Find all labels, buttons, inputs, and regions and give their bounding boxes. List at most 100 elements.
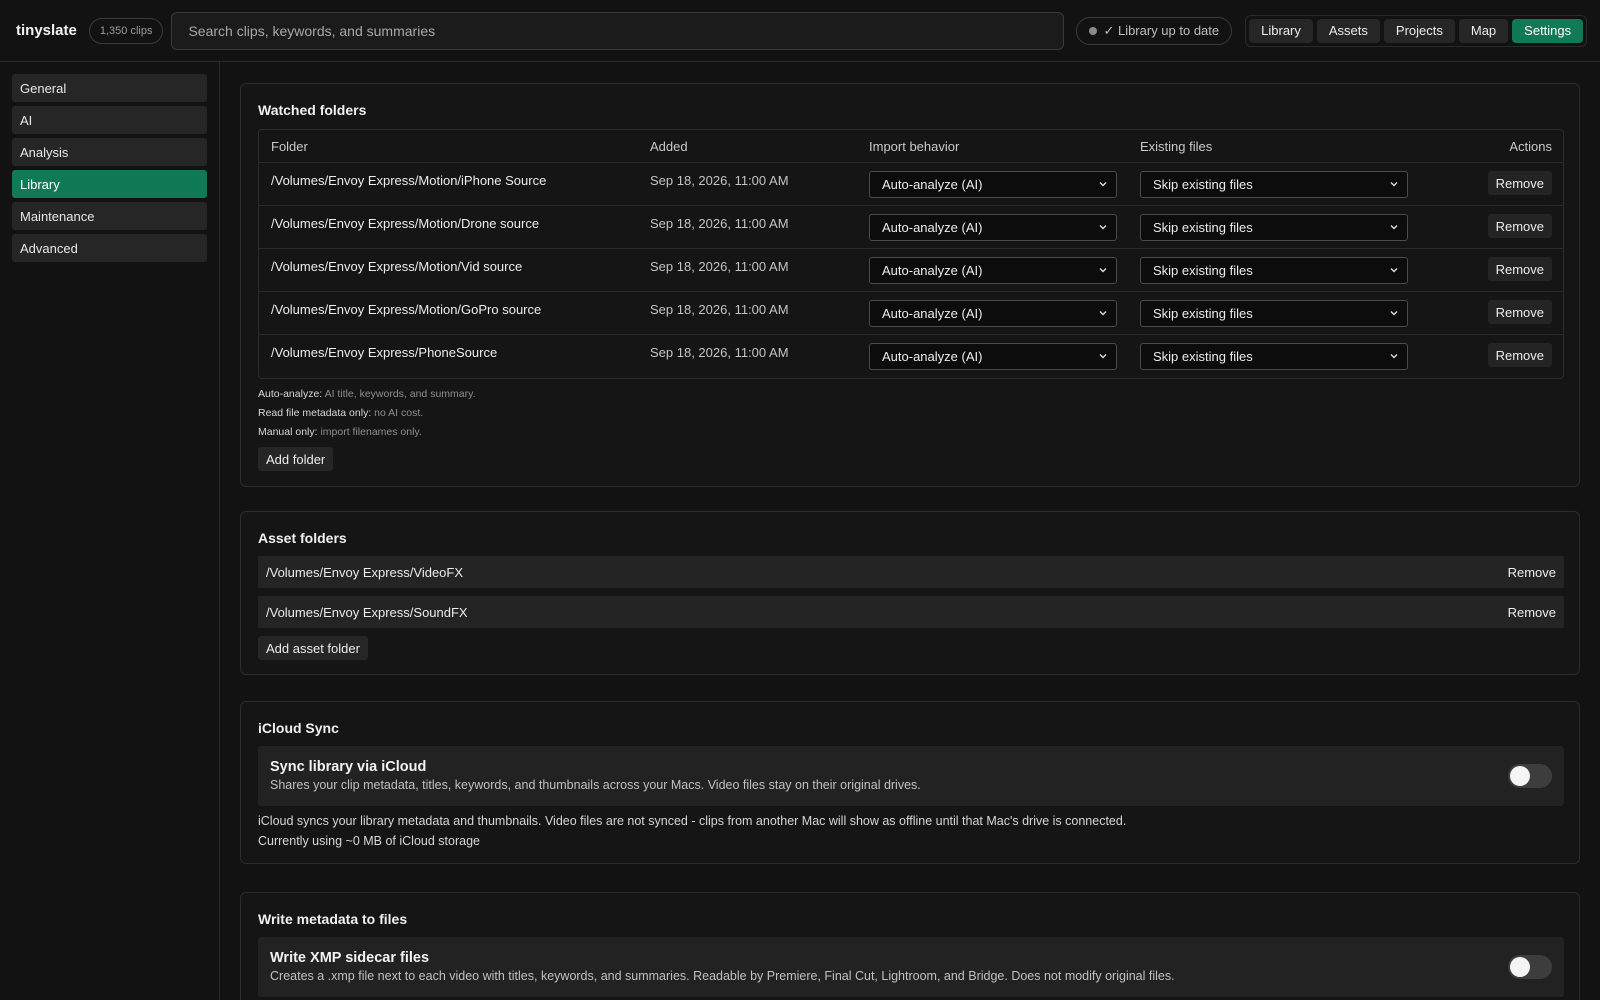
import-behavior-value: Auto-analyze (AI)	[882, 306, 983, 321]
toggle-knob	[1510, 957, 1530, 977]
table-row: /Volumes/Envoy Express/Motion/iPhone Sou…	[259, 162, 1563, 205]
asset-folder-row: /Volumes/Envoy Express/VideoFX Remove	[258, 556, 1564, 588]
remove-asset-folder-button[interactable]: Remove	[1508, 605, 1556, 620]
settings-sidebar: General AI Analysis Library Maintenance …	[0, 62, 220, 1000]
library-status-pill: ✓ Library up to date	[1076, 16, 1233, 45]
table-row: /Volumes/Envoy Express/Motion/Vid source…	[259, 248, 1563, 291]
column-header-added: Added	[650, 139, 688, 154]
chevron-down-icon	[1390, 268, 1398, 273]
import-behavior-select[interactable]: Auto-analyze (AI)	[869, 257, 1117, 284]
added-date: Sep 18, 2026, 11:00 AM	[650, 173, 789, 188]
sidebar-item-general[interactable]: General	[12, 74, 207, 102]
icloud-storage-usage: Currently using ~0 MB of iCloud storage	[258, 834, 480, 848]
note-label: Auto-analyze:	[258, 388, 323, 400]
import-behavior-select[interactable]: Auto-analyze (AI)	[869, 300, 1117, 327]
nav-map[interactable]: Map	[1458, 18, 1509, 43]
sidebar-item-analysis[interactable]: Analysis	[12, 138, 207, 166]
asset-folder-path: /Volumes/Envoy Express/VideoFX	[266, 564, 464, 580]
remove-asset-folder-button[interactable]: Remove	[1508, 565, 1556, 580]
folder-path: /Volumes/Envoy Express/Motion/GoPro sour…	[271, 302, 542, 317]
import-behavior-value: Auto-analyze (AI)	[882, 220, 983, 235]
status-dot-icon	[1089, 26, 1098, 35]
existing-files-value: Skip existing files	[1153, 177, 1253, 192]
write-metadata-card: Write metadata to files Write XMP sideca…	[240, 892, 1580, 1000]
remove-folder-button[interactable]: Remove	[1487, 214, 1552, 238]
existing-files-select[interactable]: Skip existing files	[1140, 343, 1408, 370]
chevron-down-icon	[1099, 268, 1107, 273]
remove-folder-button[interactable]: Remove	[1487, 300, 1552, 324]
existing-files-select[interactable]: Skip existing files	[1140, 257, 1408, 284]
chevron-down-icon	[1390, 182, 1398, 187]
folder-path: /Volumes/Envoy Express/PhoneSource	[271, 345, 498, 360]
nav-assets[interactable]: Assets	[1316, 18, 1380, 43]
existing-files-value: Skip existing files	[1153, 263, 1253, 278]
add-folder-button[interactable]: Add folder	[258, 447, 334, 471]
added-date: Sep 18, 2026, 11:00 AM	[650, 259, 789, 274]
watched-folders-card: Watched folders Folder Added Import beha…	[240, 83, 1580, 487]
existing-files-select[interactable]: Skip existing files	[1140, 171, 1408, 198]
chevron-down-icon	[1390, 311, 1398, 316]
asset-folders-card: Asset folders /Volumes/Envoy Express/Vid…	[240, 511, 1580, 675]
chevron-down-icon	[1099, 182, 1107, 187]
nav-library[interactable]: Library	[1249, 18, 1313, 43]
remove-folder-button[interactable]: Remove	[1487, 171, 1552, 195]
write-metadata-title: Write metadata to files	[258, 911, 408, 927]
column-header-actions: Actions	[1509, 139, 1552, 154]
chevron-down-icon	[1099, 225, 1107, 230]
existing-files-select[interactable]: Skip existing files	[1140, 214, 1408, 241]
xmp-sidecar-toggle[interactable]	[1508, 955, 1552, 979]
import-behavior-select[interactable]: Auto-analyze (AI)	[869, 171, 1117, 198]
setting-title: Sync library via iCloud	[270, 759, 427, 775]
nav-settings[interactable]: Settings	[1512, 18, 1584, 43]
main-nav: Library Assets Projects Map Settings	[1245, 14, 1588, 47]
table-row: /Volumes/Envoy Express/Motion/Drone sour…	[259, 205, 1563, 248]
remove-folder-button[interactable]: Remove	[1487, 257, 1552, 281]
library-status-text: ✓ Library up to date	[1103, 22, 1220, 38]
setting-title: Write XMP sidecar files	[270, 950, 430, 966]
import-note-auto-analyze: Auto-analyze: AI title, keywords, and su…	[258, 388, 476, 400]
top-bar: tinyslate 1,350 clips ✓ Library up to da…	[0, 0, 1600, 62]
icloud-sync-note: iCloud syncs your library metadata and t…	[258, 814, 1127, 828]
chevron-down-icon	[1390, 354, 1398, 359]
import-behavior-value: Auto-analyze (AI)	[882, 177, 983, 192]
sidebar-item-ai[interactable]: AI	[12, 106, 207, 134]
setting-description: Creates a .xmp file next to each video w…	[270, 969, 1175, 983]
import-behavior-select[interactable]: Auto-analyze (AI)	[869, 214, 1117, 241]
import-behavior-value: Auto-analyze (AI)	[882, 263, 983, 278]
settings-main: Watched folders Folder Added Import beha…	[240, 62, 1580, 1000]
sidebar-item-advanced[interactable]: Advanced	[12, 234, 207, 262]
clip-count-badge: 1,350 clips	[88, 17, 164, 44]
xmp-sidecar-setting: Write XMP sidecar files Creates a .xmp f…	[258, 937, 1564, 997]
add-asset-folder-button[interactable]: Add asset folder	[258, 636, 368, 660]
existing-files-value: Skip existing files	[1153, 306, 1253, 321]
setting-description: Shares your clip metadata, titles, keywo…	[270, 778, 921, 792]
remove-folder-button[interactable]: Remove	[1487, 343, 1552, 367]
import-note-manual-only: Manual only: import filenames only.	[258, 426, 422, 438]
added-date: Sep 18, 2026, 11:00 AM	[650, 345, 789, 360]
search-input[interactable]	[171, 11, 1065, 50]
icloud-sync-title: iCloud Sync	[258, 720, 339, 736]
folder-path: /Volumes/Envoy Express/Motion/Vid source	[271, 259, 523, 274]
icloud-sync-setting: Sync library via iCloud Shares your clip…	[258, 746, 1564, 806]
table-row: /Volumes/Envoy Express/PhoneSource Sep 1…	[259, 334, 1563, 377]
added-date: Sep 18, 2026, 11:00 AM	[650, 216, 789, 231]
folder-path: /Volumes/Envoy Express/Motion/iPhone Sou…	[271, 173, 547, 188]
nav-projects[interactable]: Projects	[1383, 18, 1455, 43]
chevron-down-icon	[1099, 354, 1107, 359]
import-behavior-select[interactable]: Auto-analyze (AI)	[869, 343, 1117, 370]
asset-folder-path: /Volumes/Envoy Express/SoundFX	[266, 604, 468, 620]
note-label: Manual only:	[258, 426, 318, 438]
note-label: Read file metadata only:	[258, 407, 372, 419]
import-note-metadata-only: Read file metadata only: no AI cost.	[258, 407, 423, 419]
existing-files-select[interactable]: Skip existing files	[1140, 300, 1408, 327]
icloud-sync-toggle[interactable]	[1508, 764, 1552, 788]
sidebar-item-maintenance[interactable]: Maintenance	[12, 202, 207, 230]
watched-folders-title: Watched folders	[258, 102, 367, 118]
watched-folders-table: Folder Added Import behavior Existing fi…	[258, 129, 1564, 379]
sidebar-item-library[interactable]: Library	[12, 170, 207, 198]
existing-files-value: Skip existing files	[1153, 220, 1253, 235]
folder-path: /Volumes/Envoy Express/Motion/Drone sour…	[271, 216, 540, 231]
chevron-down-icon	[1099, 311, 1107, 316]
table-row: /Volumes/Envoy Express/Motion/GoPro sour…	[259, 291, 1563, 334]
added-date: Sep 18, 2026, 11:00 AM	[650, 302, 789, 317]
